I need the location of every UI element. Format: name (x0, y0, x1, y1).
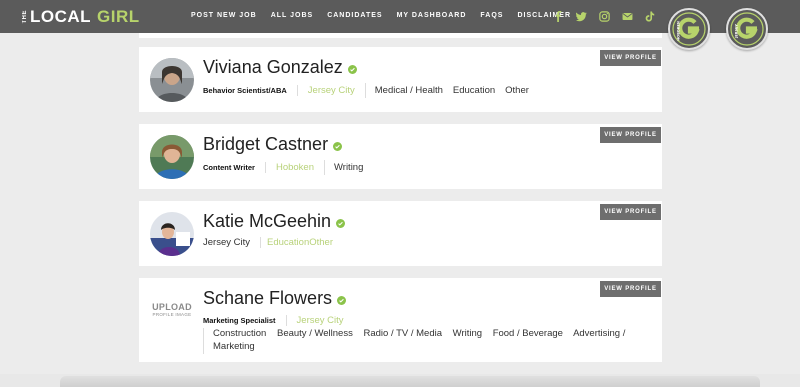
candidate-name[interactable]: Schane Flowers (203, 288, 347, 309)
candidate-tag: Radio / TV / Media (363, 328, 443, 339)
candidate-meta: Marketing Specialist Jersey City (203, 315, 354, 326)
candidate-name[interactable]: Viviana Gonzalez (203, 57, 357, 78)
verified-check-icon (333, 142, 343, 151)
candidate-location: Jersey City (203, 237, 250, 248)
candidate-tag: Beauty / Wellness (276, 328, 353, 339)
view-profile-button[interactable]: VIEW PROFILE (600, 127, 661, 143)
logo-local-text: LOCAL (30, 7, 92, 26)
logo-girl-text: GIRL (97, 7, 140, 26)
candidate-tags[interactable]: EducationOther (259, 237, 343, 248)
candidate-card: Bridget Castner VIEW PROFILE Content Wri… (139, 124, 662, 189)
facebook-icon[interactable] (552, 10, 564, 22)
candidate-title: Content Writer (203, 163, 255, 172)
avatar[interactable] (150, 58, 194, 102)
upload-label: UPLOAD (152, 302, 192, 312)
social-links (552, 10, 656, 22)
avatar[interactable] (150, 212, 194, 256)
candidate-city[interactable]: Jersey City (296, 85, 365, 96)
upload-sublabel: PROFILE IMAGE (152, 312, 192, 317)
verified-check-icon (337, 296, 347, 305)
candidate-card: UPLOAD PROFILE IMAGE Schane Flowers VIEW… (139, 278, 662, 362)
nav-candidates[interactable]: CANDIDATES (327, 12, 382, 19)
main-nav: POST NEW JOB ALL JOBS CANDIDATES MY DASH… (191, 12, 571, 19)
view-profile-button[interactable]: VIEW PROFILE (600, 281, 661, 297)
candidate-tag: Marketing (213, 341, 255, 352)
candidate-name-text: Schane Flowers (203, 288, 333, 308)
nav-post-new-job[interactable]: POST NEW JOB (191, 12, 257, 19)
svg-text:JERSEY: JERSEY (735, 24, 739, 39)
divider (364, 83, 366, 98)
hoboken-girl-badge[interactable]: HOBOKEN (668, 8, 710, 50)
twitter-icon[interactable] (575, 10, 587, 22)
verified-check-icon (336, 219, 346, 228)
candidate-tag: Food / Beverage (492, 328, 563, 339)
candidate-name[interactable]: Bridget Castner (203, 134, 343, 155)
verified-check-icon (347, 65, 357, 74)
candidate-name[interactable]: Katie McGeehin (203, 211, 346, 232)
candidate-card: Katie McGeehin VIEW PROFILE Jersey City … (139, 201, 662, 266)
candidate-tag: Construction (213, 328, 267, 339)
candidate-tag: Advertising / (573, 328, 626, 339)
divider (323, 160, 325, 175)
instagram-icon[interactable] (598, 10, 610, 22)
upload-profile-image[interactable]: UPLOAD PROFILE IMAGE (150, 302, 194, 317)
nav-all-jobs[interactable]: ALL JOBS (271, 12, 314, 19)
divider (203, 328, 204, 354)
logo-the-text: THE (22, 10, 28, 24)
candidate-tag: Other (505, 85, 529, 96)
candidate-name-text: Katie McGeehin (203, 211, 332, 231)
candidate-tag: Writing (333, 162, 364, 173)
top-navigation-bar: THE LOCAL GIRL POST NEW JOB ALL JOBS CAN… (0, 0, 800, 50)
candidate-name-text: Viviana Gonzalez (203, 57, 343, 77)
view-profile-button[interactable]: VIEW PROFILE (600, 50, 661, 66)
candidate-card: Viviana Gonzalez VIEW PROFILE Behavior S… (139, 47, 662, 112)
candidate-title: Marketing Specialist (203, 316, 276, 325)
jersey-girl-badge[interactable]: JERSEY (726, 8, 768, 50)
nav-my-dashboard[interactable]: MY DASHBOARD (397, 12, 467, 19)
svg-text:HOBOKEN: HOBOKEN (677, 21, 681, 41)
candidate-tag-list: Construction Beauty / Wellness Radio / T… (203, 327, 653, 354)
footer-edge (60, 376, 760, 387)
candidate-tag: Writing (452, 328, 483, 339)
candidate-name-text: Bridget Castner (203, 134, 329, 154)
candidate-city[interactable]: Hoboken (264, 162, 324, 173)
view-profile-button[interactable]: VIEW PROFILE (600, 204, 661, 220)
candidate-meta: Jersey City EducationOther (203, 237, 343, 248)
candidate-city[interactable]: Jersey City (285, 315, 354, 326)
candidate-tag: Education (452, 85, 496, 96)
email-icon[interactable] (621, 10, 633, 22)
previous-card-bottom (139, 33, 662, 38)
candidate-tag: Medical / Health (374, 85, 443, 96)
candidate-meta: Content Writer Hoboken Writing (203, 160, 368, 175)
nav-faqs[interactable]: FAQS (480, 12, 503, 19)
candidate-meta: Behavior Scientist/ABA Jersey City Medic… (203, 83, 534, 98)
candidate-title: Behavior Scientist/ABA (203, 86, 287, 95)
site-logo[interactable]: THE LOCAL GIRL (22, 7, 140, 27)
avatar[interactable] (150, 135, 194, 179)
tiktok-icon[interactable] (644, 10, 656, 22)
